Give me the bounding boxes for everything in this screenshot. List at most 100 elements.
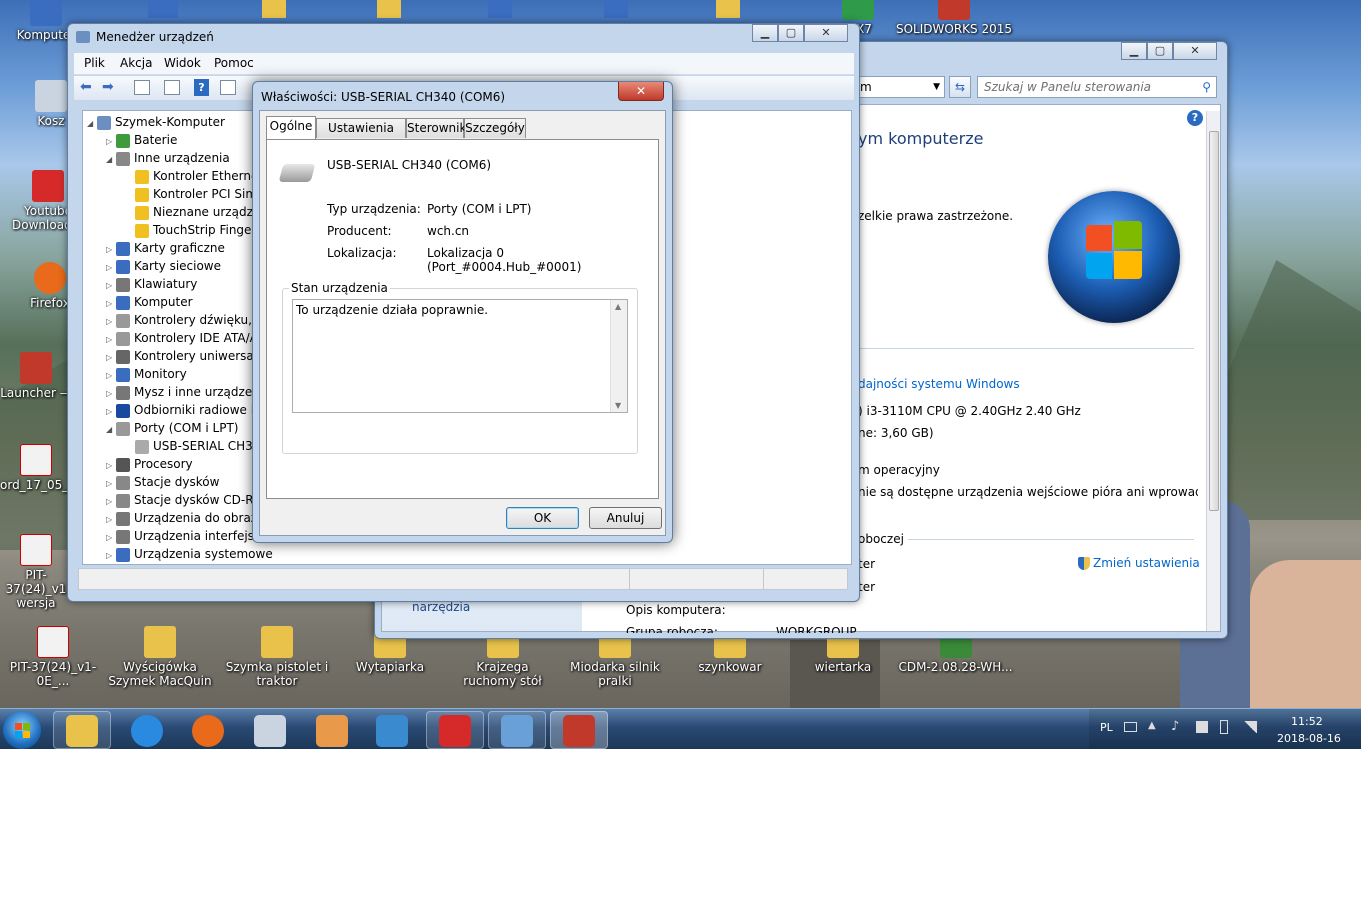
menu-pomoc[interactable]: Pomoc bbox=[214, 56, 254, 70]
worms-icon[interactable] bbox=[316, 715, 348, 747]
scrollbar[interactable]: ▲ ▼ bbox=[610, 300, 627, 412]
ok-button[interactable]: OK bbox=[506, 507, 579, 529]
tree-item[interactable]: ◢ Porty (COM i LPT) bbox=[87, 419, 273, 437]
tree-item[interactable]: ▷ Procesory bbox=[87, 455, 273, 473]
tree-item[interactable]: ▷ Monitory bbox=[87, 365, 273, 383]
back-arrow-icon[interactable]: ⬅ bbox=[80, 79, 92, 95]
search-icon[interactable]: ⚲ bbox=[1202, 77, 1211, 97]
tree-item[interactable]: ◢ Szymek-Komputer bbox=[87, 113, 273, 131]
desktop-icon-pit37-0e[interactable]: PIT-37(24)_v1-0E_... bbox=[0, 626, 108, 688]
status-textarea[interactable]: To urządzenie działa poprawnie. ▲ ▼ bbox=[292, 299, 628, 413]
maximize-button[interactable]: ▢ bbox=[778, 24, 804, 42]
tree-item[interactable]: ▷ Kontrolery dźwięku, w bbox=[87, 311, 273, 329]
clock-date[interactable]: 2018-08-16 bbox=[1277, 732, 1341, 745]
desktop-icon-launcher[interactable]: Launcher — bbox=[0, 352, 72, 400]
desktop-icon-wyscigowka[interactable]: Wyścigówka Szymek MacQuin bbox=[105, 626, 215, 688]
properties-icon[interactable] bbox=[134, 80, 150, 95]
refresh-icon[interactable]: ⇆ bbox=[949, 76, 971, 98]
menu-plik[interactable]: Plik bbox=[84, 56, 105, 70]
help-icon[interactable]: ? bbox=[1187, 110, 1203, 126]
tab-driver[interactable]: Sterownik bbox=[406, 118, 466, 138]
calculator-icon[interactable] bbox=[254, 715, 286, 747]
tree-item[interactable]: ▷ Odbiorniki radiowe B bbox=[87, 401, 273, 419]
taskbar-device-manager[interactable] bbox=[550, 711, 608, 749]
maximize-button[interactable]: ▢ bbox=[1147, 42, 1173, 60]
tree-item[interactable]: ◢ Inne urządzenia bbox=[87, 149, 273, 167]
document-icon[interactable] bbox=[604, 0, 628, 18]
tree-item[interactable]: ▷ Klawiatury bbox=[87, 275, 273, 293]
taskbar-car-app[interactable] bbox=[426, 711, 484, 749]
tree-item[interactable]: ▷ Kontrolery uniwersaln bbox=[87, 347, 273, 365]
address-bar[interactable]: m ▼ bbox=[855, 76, 945, 98]
media-player-icon[interactable] bbox=[376, 715, 408, 747]
menu-widok[interactable]: Widok bbox=[164, 56, 201, 70]
tree-item[interactable]: ▷ Urządzenia do obrazo bbox=[87, 509, 273, 527]
minimize-button[interactable]: ▁ bbox=[1121, 42, 1147, 60]
action-center-icon[interactable] bbox=[1196, 721, 1208, 733]
tree-item[interactable]: ▷ Karty sieciowe bbox=[87, 257, 273, 275]
desktop-icon-ord[interactable]: ord_17_05_1 bbox=[0, 444, 76, 492]
keyboard-icon[interactable] bbox=[1124, 722, 1137, 732]
cancel-button[interactable]: Anuluj bbox=[589, 507, 662, 529]
taskbar-control-panel[interactable] bbox=[488, 711, 546, 749]
close-button[interactable]: ✕ bbox=[1173, 42, 1217, 60]
tree-item[interactable]: Nieznane urządze bbox=[87, 203, 273, 221]
forward-arrow-icon[interactable]: ➡ bbox=[102, 79, 114, 95]
firefox-icon[interactable] bbox=[192, 715, 224, 747]
scroll-up-icon[interactable]: ▲ bbox=[615, 302, 621, 311]
desktop-icon-szymka-pistolet[interactable]: Szymka pistolet i traktor bbox=[222, 626, 332, 688]
battery-icon[interactable] bbox=[1220, 720, 1228, 734]
tree-item[interactable]: ▷ Urządzenia systemowe bbox=[87, 545, 273, 563]
close-button[interactable]: ✕ bbox=[804, 24, 848, 42]
desktop-icon-solidworks[interactable]: SOLIDWORKS 2015 bbox=[895, 0, 1013, 36]
search-input[interactable]: Szukaj w Panelu sterowania ⚲ bbox=[977, 76, 1217, 98]
network-icon[interactable] bbox=[1243, 721, 1257, 733]
tree-item[interactable]: ▷ Urządzenia interfejsu bbox=[87, 527, 273, 545]
tree-item[interactable]: ▷ Stacje dysków bbox=[87, 473, 273, 491]
clock-time[interactable]: 11:52 bbox=[1291, 715, 1323, 728]
folder-icon[interactable] bbox=[377, 0, 401, 18]
scroll-down-icon[interactable]: ▼ bbox=[615, 401, 621, 410]
device-icon bbox=[116, 151, 130, 166]
tree-item[interactable]: TouchStrip Finge bbox=[87, 221, 273, 239]
tree-item[interactable]: ▷ Mysz i inne urządzen bbox=[87, 383, 273, 401]
tab-general[interactable]: Ogólne bbox=[266, 116, 316, 139]
taskbar-explorer[interactable] bbox=[53, 711, 111, 749]
shortcut-icon[interactable] bbox=[488, 0, 512, 18]
folder-icon[interactable] bbox=[262, 0, 286, 18]
volume-icon[interactable]: ♪ bbox=[1171, 719, 1179, 734]
tree-item[interactable]: ▷ Karty graficzne bbox=[87, 239, 273, 257]
help-icon[interactable]: ? bbox=[194, 79, 209, 96]
update-icon[interactable] bbox=[164, 80, 180, 95]
shortcut-icon[interactable] bbox=[148, 0, 178, 18]
sidebar-item-tools[interactable]: narzędzia bbox=[412, 600, 470, 614]
start-button[interactable] bbox=[3, 711, 41, 749]
chevron-up-icon[interactable]: ▲ bbox=[1148, 720, 1156, 731]
tree-item[interactable]: Kontroler PCI Sim bbox=[87, 185, 273, 203]
tree-item[interactable]: Kontroler Etherne bbox=[87, 167, 273, 185]
tab-port-settings[interactable]: Ustawienia portu bbox=[316, 118, 406, 154]
tab-strip: Ogólne Ustawienia portu Sterownik Szczeg… bbox=[266, 116, 660, 154]
minimize-button[interactable]: ▁ bbox=[752, 24, 778, 42]
tab-details[interactable]: Szczegóły bbox=[464, 118, 526, 138]
scrollbar[interactable] bbox=[1206, 111, 1220, 631]
tree-item-label: Komputer bbox=[134, 295, 193, 309]
folder-icon[interactable] bbox=[716, 0, 740, 18]
tree-item[interactable]: ▷ Baterie bbox=[87, 131, 273, 149]
properties-dialog[interactable]: Właściwości: USB-SERIAL CH340 (COM6) ✕ O… bbox=[252, 81, 673, 543]
tree-item[interactable]: ▷ Kontrolery IDE ATA/A bbox=[87, 329, 273, 347]
tree-item[interactable]: ▷ Komputer bbox=[87, 293, 273, 311]
scrollbar-thumb[interactable] bbox=[1209, 131, 1219, 511]
scan-icon[interactable] bbox=[220, 80, 236, 95]
tree-item[interactable]: USB-SERIAL CH34 bbox=[87, 437, 273, 455]
close-button[interactable]: ✕ bbox=[618, 82, 664, 101]
desktop-icon-pit37-wersja[interactable]: PIT-37(24)_v1 wersja bbox=[0, 534, 72, 610]
tree-item[interactable]: ▷ Stacje dysków CD-RO bbox=[87, 491, 273, 509]
performance-link[interactable]: dajności systemu Windows bbox=[858, 377, 1020, 391]
ie-icon[interactable] bbox=[131, 715, 163, 747]
expand-arrow-icon[interactable]: ▷ bbox=[106, 547, 116, 565]
menu-akcja[interactable]: Akcja bbox=[120, 56, 152, 70]
change-settings-link[interactable]: Zmień ustawienia bbox=[1078, 556, 1200, 570]
chevron-down-icon[interactable]: ▼ bbox=[933, 77, 940, 97]
language-indicator[interactable]: PL bbox=[1100, 721, 1113, 734]
